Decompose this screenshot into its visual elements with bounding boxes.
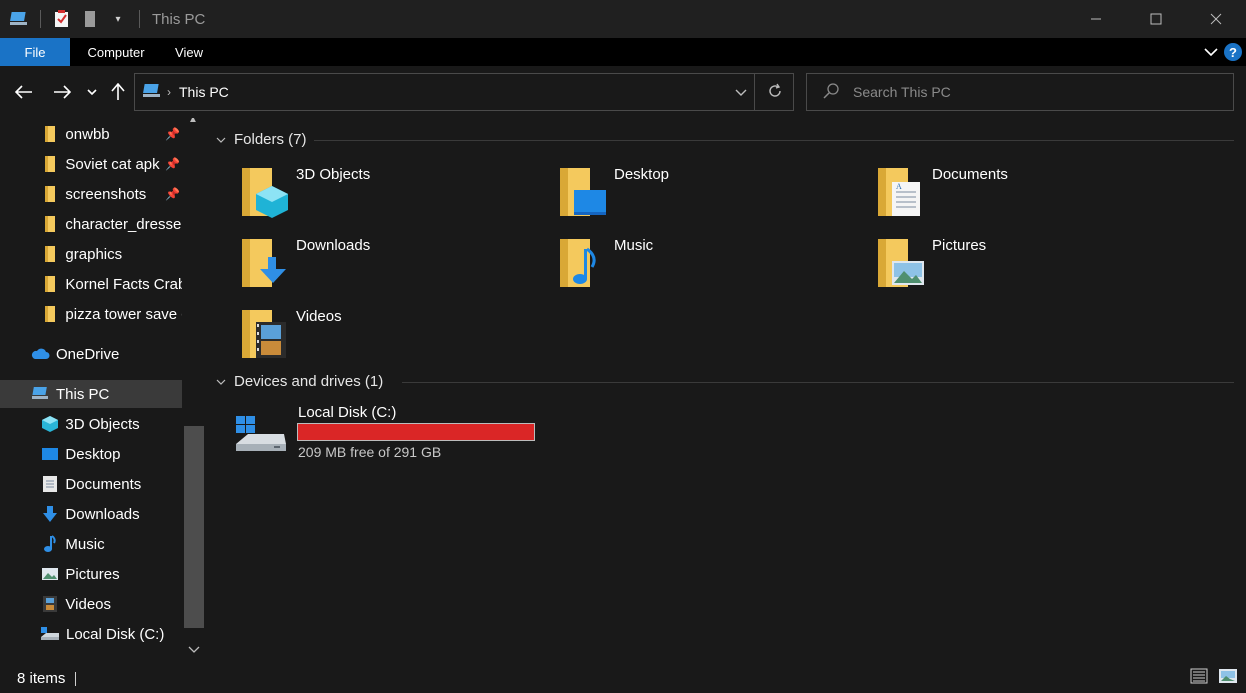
cloud-icon	[30, 344, 50, 364]
maximize-button[interactable]	[1126, 0, 1186, 38]
desktop-icon	[40, 444, 59, 464]
folder-tile-pictures[interactable]: Pictures	[876, 235, 1186, 299]
sidebar-item-local-disk[interactable]: Local Disk (C:)	[0, 620, 182, 648]
search-box[interactable]	[806, 73, 1234, 111]
search-input[interactable]	[853, 84, 1213, 100]
tab-computer[interactable]: Computer	[70, 38, 162, 66]
folder-tile-documents[interactable]: A Documents	[876, 164, 1186, 228]
videos-folder-icon	[242, 310, 286, 358]
pin-icon[interactable]: 📌	[165, 157, 180, 171]
recent-locations-button[interactable]	[84, 79, 100, 105]
sidebar-scrollbar[interactable]: ▲	[184, 118, 204, 664]
sidebar-item-desktop[interactable]: Desktop	[0, 440, 182, 468]
breadcrumb-chevron-icon[interactable]: ›	[167, 85, 171, 99]
status-bar: 8 items	[0, 664, 1246, 693]
drive-usage-fill	[298, 424, 534, 440]
title-bar: ▾ This PC	[0, 0, 1246, 38]
details-view-icon[interactable]	[1190, 668, 1208, 687]
folder-tile-desktop[interactable]: Desktop	[558, 164, 868, 228]
folder-icon	[40, 304, 59, 324]
help-button[interactable]: ?	[1224, 43, 1242, 61]
search-icon	[823, 82, 839, 102]
scroll-up-icon[interactable]: ▲	[188, 118, 198, 125]
scroll-down-icon[interactable]	[188, 646, 200, 657]
drive-icon	[236, 416, 286, 451]
quick-access-item[interactable]: Soviet cat apk 📌	[0, 150, 182, 178]
this-pc-icon[interactable]	[8, 8, 30, 30]
folder-icon	[40, 274, 59, 294]
folder-tile-music[interactable]: Music	[558, 235, 868, 299]
expand-ribbon-icon[interactable]	[1204, 44, 1218, 60]
up-button[interactable]	[108, 79, 128, 105]
quick-access-item[interactable]: pizza tower save c	[0, 300, 182, 328]
customize-toolbar-icon[interactable]: ▾	[107, 8, 129, 30]
collapse-icon[interactable]	[216, 131, 226, 148]
quick-access-item[interactable]: screenshots 📌	[0, 180, 182, 208]
cube-icon	[40, 414, 59, 434]
quick-access-item[interactable]: character_dresser_	[0, 210, 182, 238]
pin-icon[interactable]: 📌	[165, 187, 180, 201]
address-dropdown-icon[interactable]	[735, 84, 747, 100]
breadcrumb[interactable]: This PC	[179, 84, 229, 100]
quick-access-item[interactable]: onwbb 📌	[0, 120, 182, 148]
sidebar-item-3d-objects[interactable]: 3D Objects	[0, 410, 182, 438]
ribbon-tabs: File Computer View ?	[0, 38, 1246, 66]
sidebar-item-this-pc[interactable]: This PC	[0, 380, 182, 408]
folder-icon	[40, 124, 59, 144]
download-arrow-icon	[40, 504, 59, 524]
navigation-pane: onwbb 📌 Soviet cat apk 📌 screenshots 📌 c…	[0, 118, 206, 664]
music-folder-icon	[560, 239, 596, 287]
collapse-icon[interactable]	[216, 373, 226, 390]
this-pc-icon	[141, 82, 163, 103]
film-icon	[40, 594, 59, 614]
address-bar[interactable]: › This PC	[134, 73, 794, 111]
sidebar-item-music[interactable]: Music	[0, 530, 182, 558]
document-icon	[40, 474, 59, 494]
drive-tile-local-disk[interactable]: Local Disk (C:) 209 MB free of 291 GB	[230, 404, 550, 464]
picture-icon	[40, 564, 59, 584]
new-folder-icon[interactable]	[79, 8, 101, 30]
navigation-bar: › This PC	[0, 66, 1246, 118]
properties-icon[interactable]	[51, 8, 73, 30]
item-count: 8 items	[17, 670, 66, 687]
tab-file[interactable]: File	[0, 38, 70, 66]
sidebar-item-pictures[interactable]: Pictures	[0, 560, 182, 588]
folder-tile-downloads[interactable]: Downloads	[240, 235, 550, 299]
sidebar-item-documents[interactable]: Documents	[0, 470, 182, 498]
folder-icon	[40, 244, 59, 264]
documents-folder-icon: A	[878, 168, 920, 216]
forward-button[interactable]	[50, 79, 74, 105]
content-pane: Folders (7) 3D Objects Desktop A Documen…	[206, 118, 1246, 664]
folder-tile-3d-objects[interactable]: 3D Objects	[240, 164, 550, 228]
this-pc-icon	[30, 384, 50, 404]
close-button[interactable]	[1186, 0, 1246, 38]
drive-icon	[40, 624, 60, 644]
svg-text:A: A	[896, 182, 902, 191]
sidebar-item-onedrive[interactable]: OneDrive	[0, 340, 182, 368]
large-icons-view-icon[interactable]	[1218, 668, 1238, 687]
refresh-icon[interactable]	[767, 83, 783, 102]
tab-view[interactable]: View	[162, 38, 216, 66]
folder-icon	[40, 154, 59, 174]
sidebar-item-downloads[interactable]: Downloads	[0, 500, 182, 528]
devices-group-header[interactable]: Devices and drives (1)	[216, 373, 383, 390]
music-note-icon	[40, 534, 59, 554]
window-title: This PC	[152, 10, 206, 28]
back-button[interactable]	[12, 79, 36, 105]
scrollbar-thumb[interactable]	[184, 426, 204, 628]
folder-icon	[40, 184, 59, 204]
3d-objects-folder-icon	[242, 168, 288, 218]
quick-access-item[interactable]: Kornel Facts Crab	[0, 270, 182, 298]
sidebar-item-videos[interactable]: Videos	[0, 590, 182, 618]
drive-usage-bar	[297, 423, 535, 441]
minimize-button[interactable]	[1066, 0, 1126, 38]
pin-icon[interactable]: 📌	[165, 127, 180, 141]
folder-tile-videos[interactable]: Videos	[240, 306, 550, 370]
desktop-folder-icon	[560, 168, 606, 216]
quick-access-item[interactable]: graphics	[0, 240, 182, 268]
downloads-folder-icon	[242, 239, 286, 287]
pictures-folder-icon	[878, 239, 924, 287]
folder-icon	[40, 214, 59, 234]
folders-group-header[interactable]: Folders (7)	[216, 131, 307, 148]
